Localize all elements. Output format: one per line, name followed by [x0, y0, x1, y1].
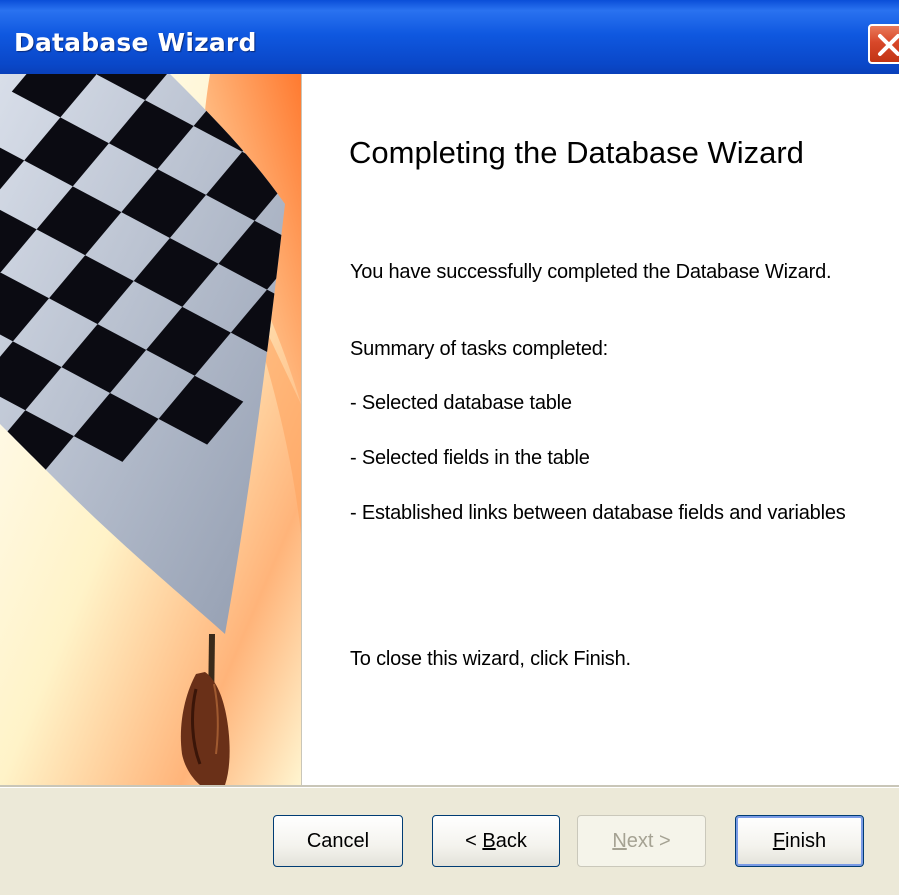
- finish-mnemonic: F: [772, 829, 786, 852]
- back-button[interactable]: < Back: [432, 815, 560, 867]
- task-item: - Selected fields in the table: [350, 447, 590, 469]
- next-mnemonic: N: [612, 829, 627, 852]
- task-item: - Selected database table: [350, 392, 572, 414]
- close-button[interactable]: [868, 24, 899, 64]
- finish-label-rest: inish: [785, 829, 827, 852]
- checkered-flag-image: [0, 74, 301, 785]
- back-label-prefix: <: [465, 829, 483, 852]
- wizard-banner-image: [0, 74, 301, 785]
- button-bar-separator: [0, 785, 899, 788]
- summary-label: Summary of tasks completed:: [350, 338, 609, 360]
- next-label-rest: ext >: [626, 829, 671, 852]
- close-instruction: To close this wizard, click Finish.: [350, 648, 631, 670]
- cancel-label: Cancel: [306, 829, 370, 852]
- next-button[interactable]: Next >: [577, 815, 706, 867]
- content-panel: Completing the Database Wizard You have …: [301, 74, 899, 785]
- task-item: - Established links between database fie…: [350, 502, 846, 524]
- back-mnemonic: B: [482, 829, 496, 852]
- close-icon: [878, 34, 899, 56]
- finish-button[interactable]: Finish: [735, 815, 864, 867]
- success-message: You have successfully completed the Data…: [350, 261, 832, 283]
- back-label-rest: ack: [495, 829, 527, 852]
- window-title: Database Wizard: [14, 28, 257, 57]
- cancel-button[interactable]: Cancel: [273, 815, 403, 867]
- wizard-window: Database Wizard Completing the Database …: [0, 0, 899, 895]
- page-heading: Completing the Database Wizard: [349, 135, 804, 170]
